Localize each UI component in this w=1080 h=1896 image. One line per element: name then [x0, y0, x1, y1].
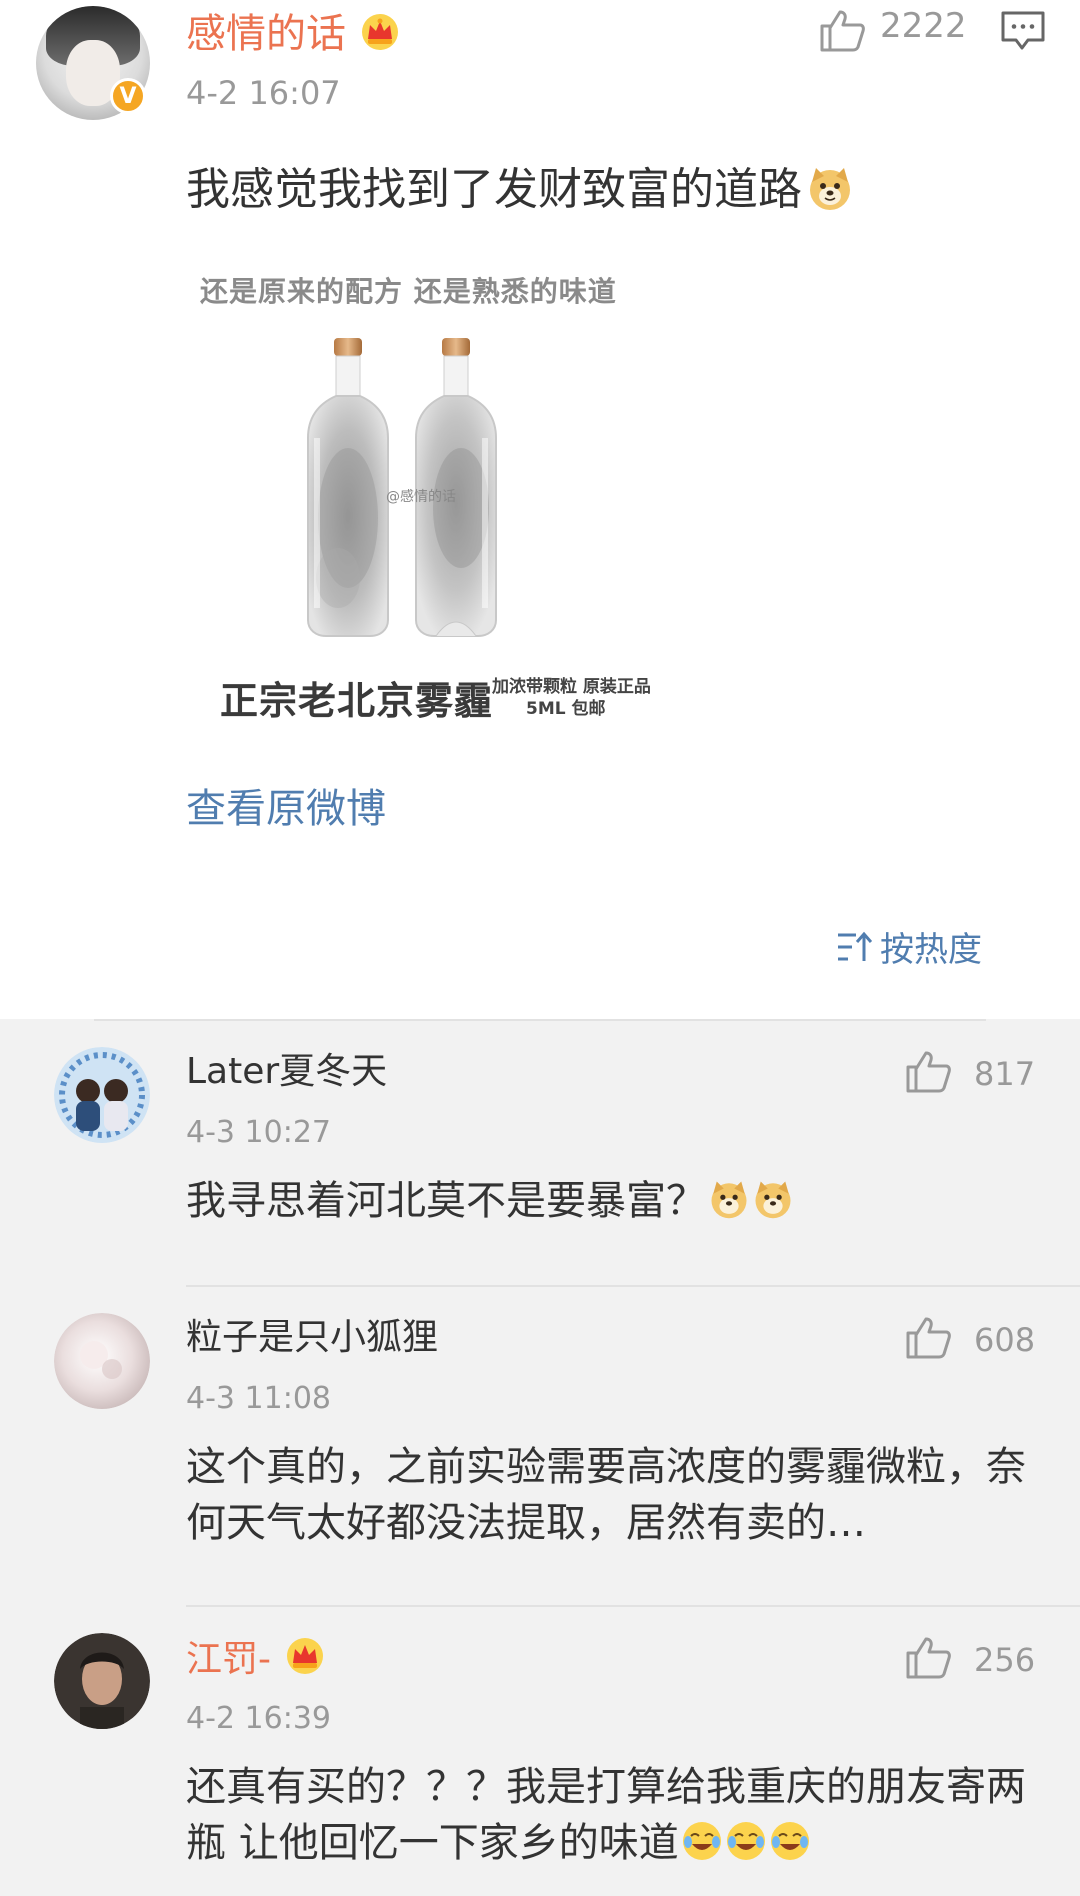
- comment-text: 还真有买的？？？我是打算给我重庆的朋友寄两瓶 让他回忆一下家乡的味道: [186, 1759, 1036, 1871]
- vip-crown-icon: [287, 1638, 323, 1674]
- vip-crown-icon: [362, 14, 398, 50]
- commenter-name[interactable]: 粒子是只小狐狸: [186, 1315, 438, 1361]
- view-original-link[interactable]: 查看原微博: [186, 776, 386, 834]
- comment-icon[interactable]: [1000, 10, 1046, 52]
- comment-item: 粒子是只小狐狸 4-3 11:08 608 这个真的，之前实验需要高浓度的雾霾微…: [0, 1285, 1080, 1607]
- commenter-name-text: 江罚-: [186, 1639, 271, 1680]
- post-author-name[interactable]: 感情的话: [186, 8, 400, 60]
- commenter-avatar[interactable]: [54, 1047, 150, 1143]
- comment-list: Later夏冬天 4-3 10:27 817 我寻思着河北莫不是要暴富？ 粒子是…: [0, 1019, 1080, 1896]
- laugh-cry-emoji-icon: [682, 1822, 721, 1860]
- post-author-name-text: 感情的话: [186, 11, 346, 57]
- poster-main-caption: 正宗老北京雾霾: [220, 679, 494, 723]
- original-post: V 感情的话 4-2 16:07 2222 我感觉我找到了发财致富的道路 还是原…: [0, 0, 1080, 1019]
- comment-text-content: 我寻思着河北莫不是要暴富？: [186, 1178, 706, 1224]
- post-time: 4-2 16:07: [186, 74, 341, 112]
- laugh-cry-emoji-icon: [726, 1822, 765, 1860]
- comment-text: 我寻思着河北莫不是要暴富？: [186, 1173, 1036, 1229]
- image-watermark: @感情的话: [386, 489, 456, 505]
- like-icon[interactable]: [904, 1315, 952, 1359]
- commenter-avatar[interactable]: [54, 1633, 150, 1729]
- poster-sub-caption-2: 5ML 包邮: [526, 699, 606, 719]
- commenter-avatar[interactable]: [54, 1313, 150, 1409]
- verified-badge-icon: V: [110, 78, 146, 114]
- sort-by-hot-button[interactable]: 按热度: [836, 922, 982, 971]
- doge-emoji-icon: [810, 168, 850, 210]
- bottle-left-image: [307, 338, 389, 637]
- laugh-cry-emoji-icon: [770, 1822, 809, 1860]
- comment-time: 4-3 10:27: [186, 1115, 331, 1150]
- post-image[interactable]: 还是原来的配方 还是熟悉的味道 @感情的话 正宗老北京雾霾 加浓带颗粒 原装正品…: [186, 258, 686, 728]
- doge-emoji-icon: [711, 1181, 747, 1219]
- like-icon[interactable]: [904, 1049, 952, 1093]
- sort-label: 按热度: [880, 930, 982, 970]
- comment-text-content: 还真有买的？？？我是打算给我重庆的朋友寄两瓶 让他回忆一下家乡的味道: [186, 1764, 1026, 1866]
- commenter-name[interactable]: Later夏冬天: [186, 1049, 387, 1095]
- like-icon[interactable]: [818, 8, 866, 52]
- comment-text: 这个真的，之前实验需要高浓度的雾霾微粒，奈何天气太好都没法提取，居然有卖的…: [186, 1444, 1026, 1546]
- commenter-name[interactable]: 江罚-: [186, 1635, 325, 1683]
- comment-like-count: 608: [974, 1321, 1036, 1359]
- doge-emoji-icon: [755, 1181, 791, 1219]
- comment-item: 江罚- 4-2 16:39 256 还真有买的？？？我是打算给我重庆的朋友寄两瓶…: [0, 1605, 1080, 1896]
- poster-top-caption: 还是原来的配方 还是熟悉的味道: [200, 275, 617, 308]
- comment-like-count: 817: [974, 1055, 1036, 1093]
- comment-time: 4-2 16:39: [186, 1701, 331, 1736]
- comment-item: Later夏冬天 4-3 10:27 817 我寻思着河北莫不是要暴富？: [0, 1019, 1080, 1287]
- like-icon[interactable]: [904, 1635, 952, 1679]
- post-text: 我感觉我找到了发财致富的道路: [186, 160, 854, 220]
- post-text-content: 我感觉我找到了发财致富的道路: [186, 164, 802, 215]
- sort-icon: [838, 931, 872, 961]
- comment-time: 4-3 11:08: [186, 1381, 331, 1416]
- post-like-count: 2222: [880, 6, 967, 46]
- comment-like-count: 256: [974, 1641, 1036, 1679]
